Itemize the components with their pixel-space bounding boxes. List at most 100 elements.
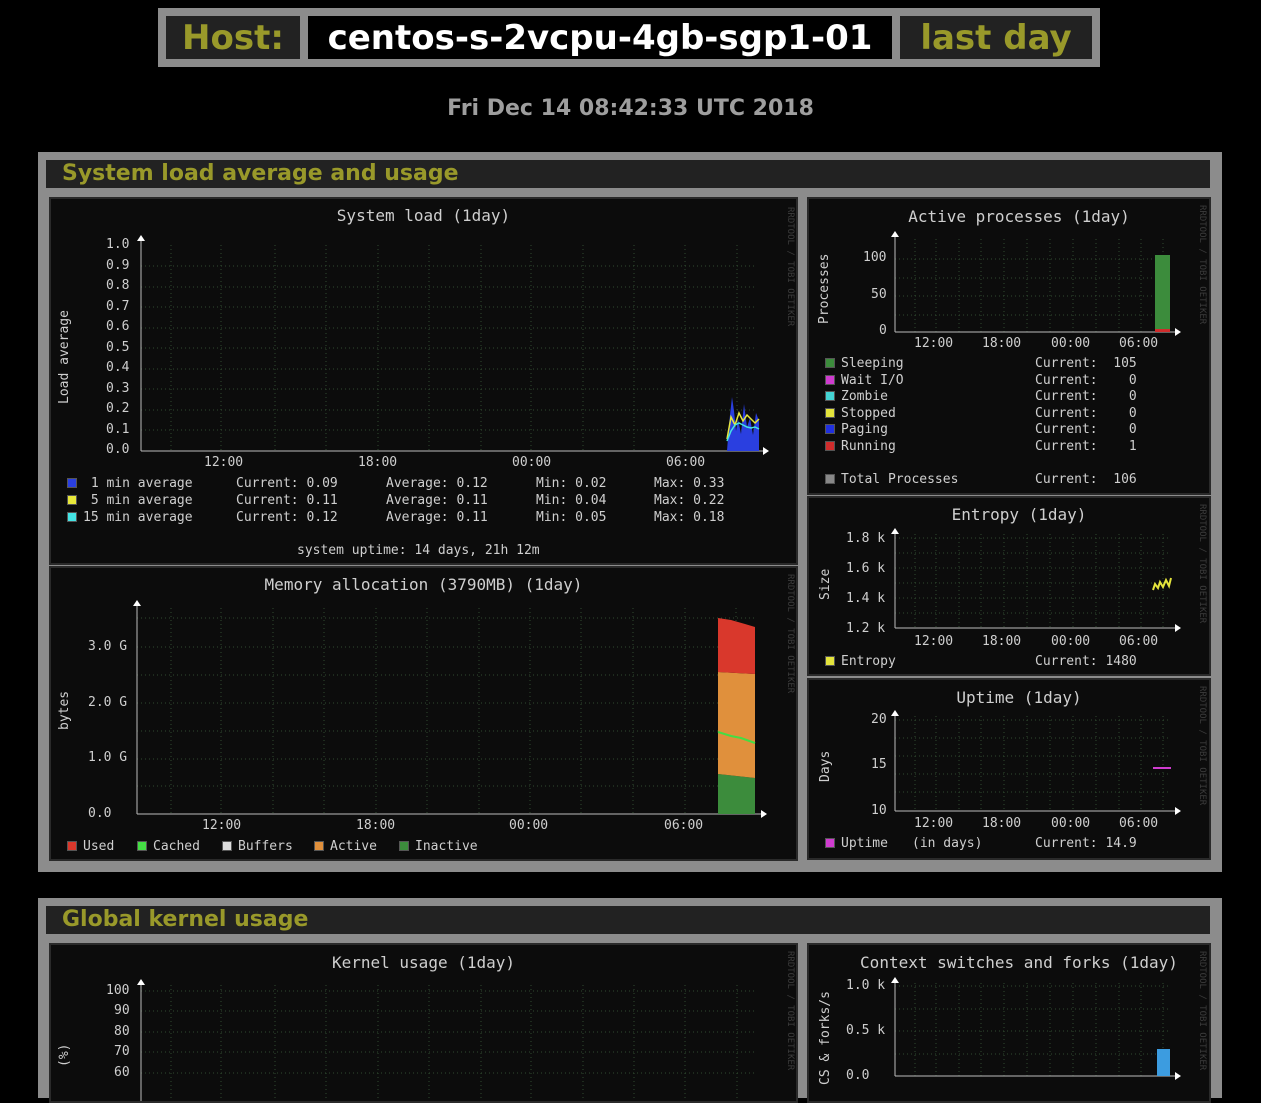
legend-item: Active bbox=[314, 839, 377, 854]
uptime-graph[interactable]: Uptime (1day) Days RRDTOOL / TOBI OETIKE… bbox=[807, 678, 1211, 860]
legend-label: Total Processes bbox=[841, 472, 959, 487]
legend-label: Active bbox=[330, 839, 377, 854]
y-tick: 1.4 k bbox=[846, 591, 886, 606]
legend-current: Current: 0.12 bbox=[236, 510, 338, 525]
y-tick: 0.8 bbox=[106, 278, 130, 293]
section-title[interactable]: Global kernel usage bbox=[46, 906, 1210, 934]
x-tick: 00:00 bbox=[509, 818, 549, 833]
legend-row: Zombie bbox=[825, 389, 888, 404]
host-label: Host: bbox=[166, 16, 300, 59]
legend-item: Cached bbox=[137, 839, 200, 854]
memory-stack bbox=[717, 618, 756, 814]
legend-row: 1 min average bbox=[67, 476, 193, 491]
legend-label: 1 min average bbox=[83, 476, 193, 491]
memory-allocation-graph[interactable]: Memory allocation (3790MB) (1day) bytes … bbox=[49, 566, 798, 861]
legend-average: Average: 0.11 bbox=[386, 510, 488, 525]
y-tick: 0.7 bbox=[106, 299, 130, 314]
system-uptime-text: system uptime: 14 days, 21h 12m bbox=[297, 543, 540, 558]
legend-swatch bbox=[67, 495, 77, 505]
grid-minor bbox=[141, 985, 757, 1101]
x-tick: 18:00 bbox=[356, 818, 396, 833]
x-tick: 18:00 bbox=[358, 455, 398, 470]
memory-used-area bbox=[718, 618, 755, 674]
active-processes-graph[interactable]: Active processes (1day) Processes RRDTOO… bbox=[807, 197, 1211, 495]
legend-min: Min: 0.05 bbox=[536, 510, 607, 525]
legend-row: Uptime bbox=[825, 836, 888, 851]
legend-current: Current: 105 bbox=[1035, 356, 1137, 371]
time-range-link[interactable]: last day bbox=[900, 16, 1092, 59]
report-datetime: Fri Dec 14 08:42:33 UTC 2018 bbox=[447, 96, 814, 121]
legend-label: Inactive bbox=[415, 839, 478, 854]
legend-item: Buffers bbox=[222, 839, 293, 854]
legend-row: Paging bbox=[825, 422, 888, 437]
x-tick: 18:00 bbox=[982, 816, 1022, 831]
legend-swatch bbox=[137, 841, 147, 851]
legend-label: Stopped bbox=[841, 406, 896, 421]
x-tick: 12:00 bbox=[204, 455, 244, 470]
legend-current: Current: 14.9 bbox=[1035, 836, 1137, 851]
y-tick: 60 bbox=[114, 1065, 130, 1080]
x-tick: 06:00 bbox=[664, 818, 704, 833]
legend-row: 5 min average bbox=[67, 493, 193, 508]
legend-swatch bbox=[825, 391, 835, 401]
legend-average: Average: 0.12 bbox=[386, 476, 488, 491]
legend-label: Wait I/O bbox=[841, 373, 904, 388]
y-tick: 100 bbox=[106, 983, 130, 998]
y-tick: 2.0 G bbox=[88, 695, 128, 710]
y-tick: 0.6 bbox=[106, 319, 130, 334]
legend-current: Current: 0 bbox=[1035, 373, 1137, 388]
y-tick: 100 bbox=[863, 250, 887, 265]
legend-max: Max: 0.33 bbox=[654, 476, 725, 491]
x-tick: 00:00 bbox=[1051, 816, 1091, 831]
legend-row: Running bbox=[825, 439, 896, 454]
y-tick: 0.0 bbox=[846, 1068, 870, 1083]
section-title[interactable]: System load average and usage bbox=[46, 160, 1210, 188]
legend-row: 15 min average bbox=[67, 510, 193, 525]
y-tick: 0.0 bbox=[88, 806, 112, 821]
y-tick: 1.0 G bbox=[88, 750, 128, 765]
entropy-graph[interactable]: Entropy (1day) Size RRDTOOL / TOBI OETIK… bbox=[807, 496, 1211, 676]
legend-unit: (in days) bbox=[912, 836, 983, 851]
y-tick: 0.0 bbox=[106, 442, 130, 457]
legend-label: Paging bbox=[841, 422, 888, 437]
legend-swatch bbox=[825, 408, 835, 418]
y-tick: 1.0 k bbox=[846, 978, 886, 993]
y-tick: 20 bbox=[871, 712, 887, 727]
legend-row: Total Processes bbox=[825, 472, 958, 487]
legend-row: Sleeping bbox=[825, 356, 904, 371]
y-tick: 1.6 k bbox=[846, 561, 886, 576]
y-tick: 0 bbox=[879, 323, 887, 338]
legend-max: Max: 0.18 bbox=[654, 510, 725, 525]
legend-current: Current: 0.09 bbox=[236, 476, 338, 491]
uptime-plot bbox=[891, 710, 1181, 815]
legend-swatch bbox=[222, 841, 232, 851]
context-switches-area bbox=[1157, 1049, 1170, 1076]
x-tick: 06:00 bbox=[1119, 816, 1159, 831]
kernel-usage-graph[interactable]: Kernel usage (1day) (%) RRDTOOL / TOBI O… bbox=[49, 943, 798, 1103]
legend-row: Stopped bbox=[825, 406, 896, 421]
grid-minor bbox=[895, 716, 1171, 811]
legend-label: Sleeping bbox=[841, 356, 904, 371]
x-tick: 06:00 bbox=[666, 455, 706, 470]
legend-label: 5 min average bbox=[83, 493, 193, 508]
y-tick: 1.8 k bbox=[846, 531, 886, 546]
y-tick: 50 bbox=[871, 287, 887, 302]
grid-minor bbox=[141, 245, 757, 451]
y-tick: 1.0 bbox=[106, 237, 130, 252]
processes-sleeping-area bbox=[1155, 255, 1170, 331]
x-tick: 12:00 bbox=[914, 634, 954, 649]
legend-swatch bbox=[825, 358, 835, 368]
system-load-graph[interactable]: System load (1day) Load average RRDTOOL … bbox=[49, 197, 798, 565]
entropy-line bbox=[1152, 577, 1172, 591]
legend-current: Current: 106 bbox=[1035, 472, 1137, 487]
load-1min-area bbox=[727, 397, 759, 451]
context-switches-graph[interactable]: Context switches and forks (1day) CS & f… bbox=[807, 943, 1211, 1103]
legend-swatch bbox=[399, 841, 409, 851]
y-tick: 80 bbox=[114, 1024, 130, 1039]
legend-swatch bbox=[314, 841, 324, 851]
y-tick: 0.9 bbox=[106, 258, 130, 273]
legend-swatch bbox=[67, 841, 77, 851]
y-tick: 0.2 bbox=[106, 401, 130, 416]
host-name[interactable]: centos-s-2vcpu-4gb-sgp1-01 bbox=[308, 16, 892, 59]
y-tick: 15 bbox=[871, 757, 887, 772]
